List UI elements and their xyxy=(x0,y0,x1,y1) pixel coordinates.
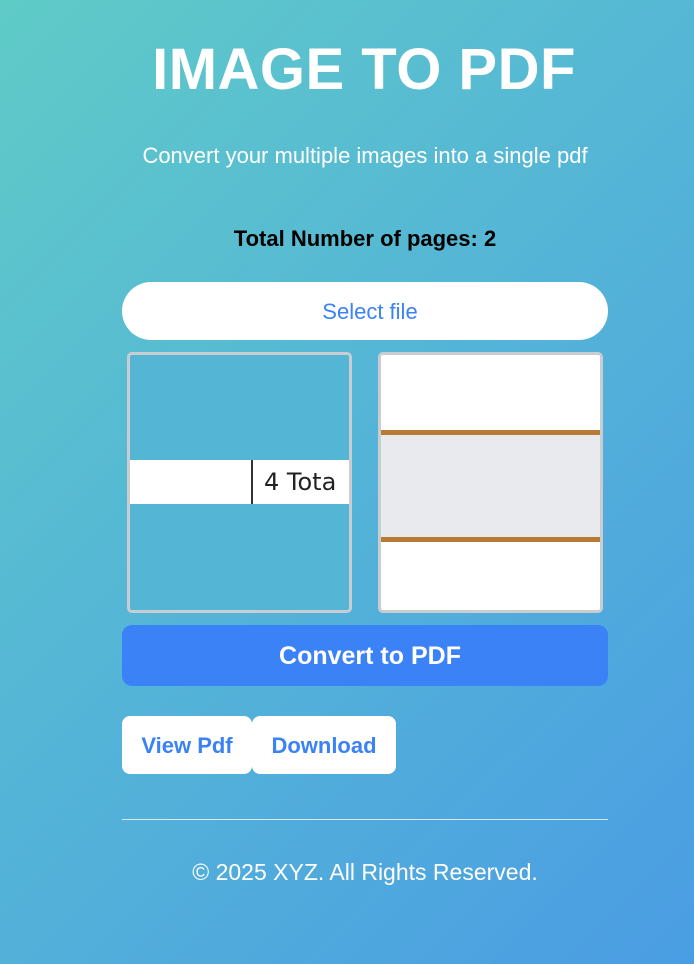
image-preview-2 xyxy=(378,352,603,613)
preview-1-text: 4 Tota xyxy=(264,468,337,496)
footer-divider xyxy=(122,819,608,820)
page-subtitle: Convert your multiple images into a sing… xyxy=(142,143,588,168)
view-pdf-button[interactable]: View Pdf xyxy=(122,716,252,774)
preview-1-content-strip: 4 Tota xyxy=(130,460,349,504)
convert-to-pdf-button[interactable]: Convert to PDF xyxy=(122,625,608,686)
page-title: IMAGE TO PDF xyxy=(152,37,576,102)
page-count-label: Total Number of pages: 2 xyxy=(233,226,497,251)
select-file-button[interactable]: Select file xyxy=(122,282,608,340)
preview-1-divider-line xyxy=(251,460,253,504)
download-button[interactable]: Download xyxy=(252,716,396,774)
preview-2-content-band xyxy=(381,430,600,542)
image-preview-1: 4 Tota xyxy=(127,352,352,613)
footer-copyright: © 2025 XYZ. All Rights Reserved. xyxy=(192,859,538,885)
